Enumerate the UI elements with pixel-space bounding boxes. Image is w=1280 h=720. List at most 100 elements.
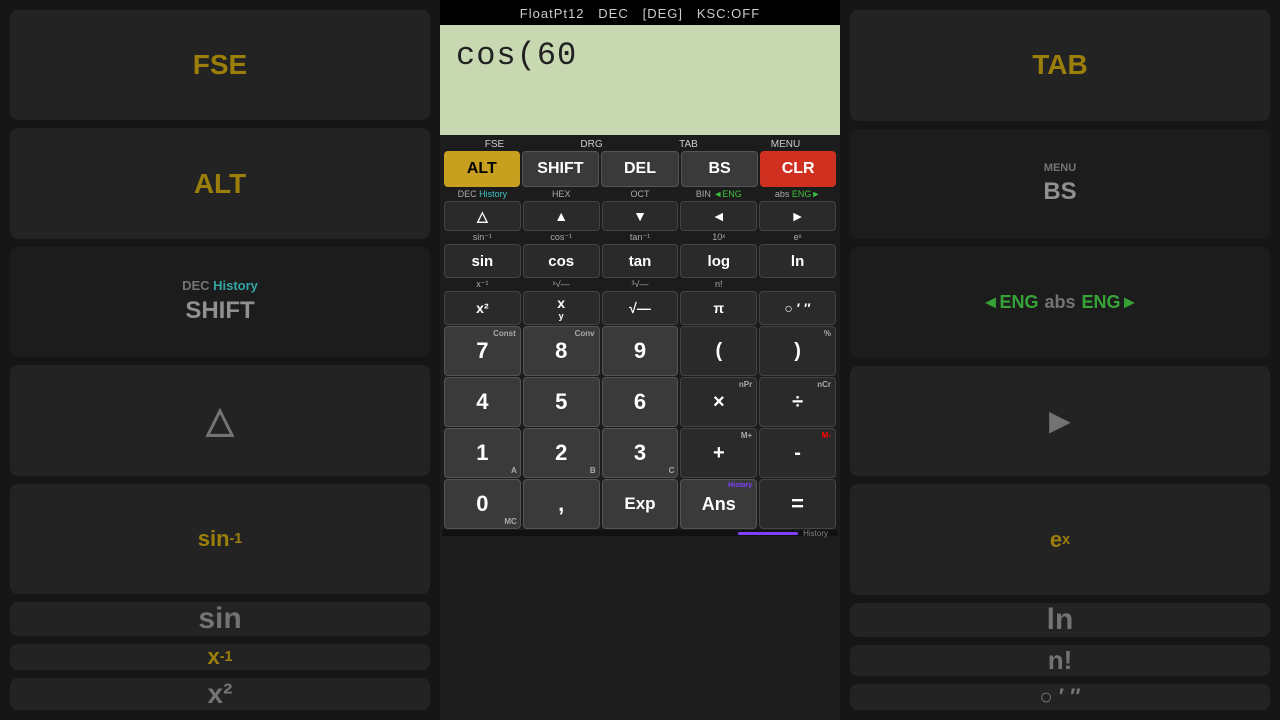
sub-label-row: DEC History HEX OCT BIN ◄ENG abs ENG►: [442, 188, 838, 200]
background-right: TAB MENU BS ◄ENG abs ENG► ► ex ln n! ○ ′…: [840, 0, 1280, 720]
comma-button[interactable]: ,: [523, 479, 600, 529]
inv-trig-label-row: sin⁻¹ cos⁻¹ tan⁻¹ 10ˣ eˣ: [442, 232, 838, 243]
button-area: FSE DRG TAB MENU ALT SHIFT DEL BS CLR DE…: [440, 135, 840, 720]
nfact-label: n!: [680, 279, 757, 290]
xy-button[interactable]: xy: [523, 291, 600, 325]
num-row-456: 4 5 6 nPr × nCr ÷: [442, 377, 838, 427]
sub-oct: OCT: [602, 188, 679, 200]
power-super-label-row: x⁻¹ ˣ√— ³√— n!: [442, 279, 838, 290]
eight-button[interactable]: Conv 8: [523, 326, 600, 376]
status-bar: FloatPt12 DEC [DEG] KSC:OFF: [440, 0, 840, 25]
four-button[interactable]: 4: [444, 377, 521, 427]
down-filled-button[interactable]: ▼: [602, 201, 679, 231]
bottom-bar: History: [442, 530, 838, 536]
sub-dec: DEC History: [444, 188, 521, 200]
status-angle: [DEG]: [643, 6, 683, 21]
seven-button[interactable]: Const 7: [444, 326, 521, 376]
del-button[interactable]: DEL: [601, 151, 679, 187]
label-drg: DRG: [543, 139, 640, 150]
alt-button[interactable]: ALT: [444, 151, 520, 187]
bg-up-outline: △: [10, 365, 430, 475]
bg-nfact: n!: [850, 645, 1270, 676]
rparen-button[interactable]: % ): [759, 326, 836, 376]
divide-button[interactable]: nCr ÷: [759, 377, 836, 427]
ln-button[interactable]: ln: [759, 244, 836, 278]
zero-button[interactable]: MC 0: [444, 479, 521, 529]
bg-bs-menu: MENU BS: [850, 129, 1270, 240]
plus-button[interactable]: M+ +: [680, 428, 757, 478]
dms-button[interactable]: ○ ′ ″: [759, 291, 836, 325]
left-filled-button[interactable]: ◄: [680, 201, 757, 231]
arrow-row: △ ▲ ▼ ◄ ►: [442, 201, 838, 231]
tan-button[interactable]: tan: [602, 244, 679, 278]
sub-bin-eng: BIN ◄ENG: [680, 188, 757, 200]
sin-button[interactable]: sin: [444, 244, 521, 278]
bg-sin-inv: sin-1: [10, 484, 430, 594]
sub-abs-eng: abs ENG►: [759, 188, 836, 200]
tan-inv-label: tan⁻¹: [602, 232, 679, 243]
nine-button[interactable]: 9: [602, 326, 679, 376]
three-button[interactable]: C 3: [602, 428, 679, 478]
ans-button[interactable]: History Ans: [680, 479, 757, 529]
equals-button[interactable]: =: [759, 479, 836, 529]
lparen-button[interactable]: (: [680, 326, 757, 376]
right-filled-button[interactable]: ►: [759, 201, 836, 231]
minus-button[interactable]: M- -: [759, 428, 836, 478]
bg-x2: x²: [10, 678, 430, 710]
display-screen: cos(60: [440, 25, 840, 135]
status-float: FloatPt12: [520, 6, 585, 21]
six-button[interactable]: 6: [602, 377, 679, 427]
bg-fse: FSE: [10, 10, 430, 120]
sin-inv-label: sin⁻¹: [444, 232, 521, 243]
shift-button[interactable]: SHIFT: [522, 151, 600, 187]
meta-label-row: FSE DRG TAB MENU: [442, 137, 838, 150]
history-label: History: [803, 529, 828, 538]
power-row: x² xy √— π ○ ′ ″: [442, 291, 838, 325]
sqrt-button[interactable]: √—: [602, 291, 679, 325]
num-row-0: MC 0 , Exp History Ans =: [442, 479, 838, 529]
log-button[interactable]: log: [680, 244, 757, 278]
empty-label: [759, 279, 836, 290]
bg-sin: sin: [10, 602, 430, 636]
main-function-row: ALT SHIFT DEL BS CLR: [442, 151, 838, 187]
up-filled-button[interactable]: ▲: [523, 201, 600, 231]
bg-dms: ○ ′ ″: [850, 684, 1270, 710]
display-expression: cos(60: [456, 37, 824, 74]
bg-engr: ◄ENG abs ENG►: [850, 247, 1270, 358]
clr-button[interactable]: CLR: [760, 151, 836, 187]
status-ksc: KSC:OFF: [697, 6, 760, 21]
cos-button[interactable]: cos: [523, 244, 600, 278]
x2-button[interactable]: x²: [444, 291, 521, 325]
bg-ln: ln: [850, 603, 1270, 637]
cbrt-label: ³√—: [602, 279, 679, 290]
five-button[interactable]: 5: [523, 377, 600, 427]
calculator: FloatPt12 DEC [DEG] KSC:OFF cos(60 FSE D…: [440, 0, 840, 720]
background-left: FSE ALT DEC History SHIFT △ sin-1 sin x-…: [0, 0, 440, 720]
e-x-label: eˣ: [759, 232, 836, 243]
xsqrt-label: ˣ√—: [523, 279, 600, 290]
multiply-button[interactable]: nPr ×: [680, 377, 757, 427]
label-fse: FSE: [446, 139, 543, 150]
two-button[interactable]: B 2: [523, 428, 600, 478]
sub-hex: HEX: [523, 188, 600, 200]
trig-row: sin cos tan log ln: [442, 244, 838, 278]
bg-right-arrow: ►: [850, 366, 1270, 477]
num-row-789: Const 7 Conv 8 9 ( % ): [442, 326, 838, 376]
label-tab: TAB: [640, 139, 737, 150]
num-row-123: A 1 B 2 C 3 M+ + M- -: [442, 428, 838, 478]
label-menu: MENU: [737, 139, 834, 150]
status-mode: DEC: [598, 6, 628, 21]
exp-button[interactable]: Exp: [602, 479, 679, 529]
history-progress: [738, 532, 798, 535]
bg-shift: DEC History SHIFT: [10, 247, 430, 357]
bg-tab: TAB: [850, 10, 1270, 121]
bg-ex: ex: [850, 484, 1270, 595]
bs-button[interactable]: BS: [681, 151, 759, 187]
pi-button[interactable]: π: [680, 291, 757, 325]
x-inv-label: x⁻¹: [444, 279, 521, 290]
up-outline-button[interactable]: △: [444, 201, 521, 231]
cos-inv-label: cos⁻¹: [523, 232, 600, 243]
bg-x-inv: x-1: [10, 644, 430, 670]
one-button[interactable]: A 1: [444, 428, 521, 478]
ten-x-label: 10ˣ: [680, 232, 757, 243]
